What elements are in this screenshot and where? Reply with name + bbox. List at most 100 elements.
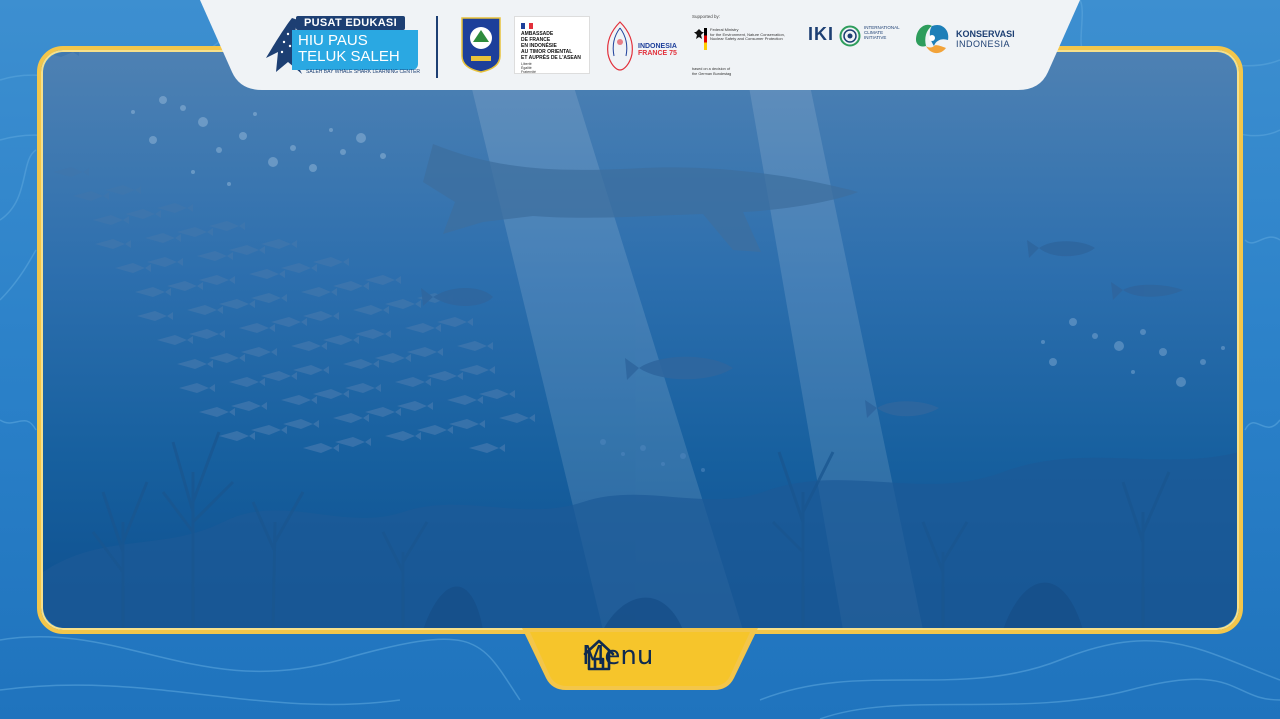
school-fish [303,443,339,453]
ambassade-france-logo: AMBASSADE DE FRANCE EN INDONÉSIE AU TIMO… [514,16,590,74]
france-75-label: FRANCE 75 [638,50,677,57]
school-fish [177,359,213,369]
french-flag-icon [521,23,533,29]
school-fish [291,341,327,351]
logo-title-line1: HIU PAUS [298,32,368,49]
logo-top-label: PUSAT EDUKASI [296,16,405,30]
school-fish [179,383,215,393]
school-fish [229,245,265,255]
school-fish [499,413,535,423]
school-fish [125,209,161,219]
partner-logo-header: PUSAT EDUKASI HIU PAUS TELUK SALEH SALEH… [200,0,1080,90]
indonesia-label-ki: INDONESIA [956,39,1011,49]
school-fish [219,299,255,309]
school-fish [313,389,349,399]
school-fish [135,287,171,297]
school-fish [241,347,277,357]
school-fish [457,341,493,351]
school-fish [303,311,339,321]
indonesia-france-75-logo: INDONESIA FRANCE 75 [602,20,682,72]
menu-tab: Menu [520,628,760,692]
ministry-name: Federal Ministry for the Environment, Na… [710,27,785,41]
school-fish [145,233,181,243]
school-fish [231,401,267,411]
school-fish [333,413,369,423]
school-fish [353,305,389,315]
school-fish [301,287,337,297]
school-fish [229,377,265,387]
school-fish [105,185,141,195]
underwater-scene [43,52,1237,628]
school-fish [469,443,505,453]
school-fish [199,275,235,285]
school-fish [447,395,483,405]
school-fish [251,293,287,303]
school-fish [459,365,495,375]
german-ministry-logo: Supported by: Federal Ministry for the E… [690,12,800,78]
eagle-icon [694,29,704,39]
school-fish [239,323,275,333]
school-fish [479,389,515,399]
school-fish [167,281,203,291]
school-fish [53,167,89,177]
school-fish [405,323,441,333]
konservasi-leaf-icon [916,24,949,54]
menu-button[interactable]: Menu [582,638,653,674]
logo-title-block: HIU PAUS TELUK SALEH [292,30,418,70]
school-fish [283,419,319,429]
school-fish [157,203,193,213]
school-fish [397,401,433,411]
ambassade-text: AMBASSADE DE FRANCE EN INDONÉSIE AU TIMO… [521,31,581,61]
school-fish [333,281,369,291]
school-fish [73,191,109,201]
school-fish [93,215,129,225]
school-fish [271,317,307,327]
school-fish [187,305,223,315]
school-fish [115,263,151,273]
school-fish [313,257,349,267]
school-fish [261,371,297,381]
school-fish [385,299,421,309]
konservasi-label: KONSERVASI [956,29,1015,39]
german-flag-icon [704,28,707,50]
school-fish [293,365,329,375]
school-fish [199,407,235,417]
school-fish [189,329,225,339]
school-fish [449,419,485,429]
logo-title-line2: TELUK SALEH [298,48,400,65]
school-fish [323,335,359,345]
konservasi-indonesia-logo: KONSERVASI INDONESIA [912,20,1022,60]
province-crest-icon [461,17,501,73]
school-fish [407,347,443,357]
bundestag-decision: based on a decision of the German Bundes… [692,67,732,76]
school-fish [251,425,287,435]
school-fish [335,437,371,447]
school-fish [343,359,379,369]
school-fish [345,383,381,393]
school-fish [261,239,297,249]
school-fish [177,227,213,237]
school-fish [157,335,193,345]
iki-full-name: INTERNATIONAL CLIMATE INITIATIVE [864,25,900,40]
school-fish [395,377,431,387]
school-fish [417,425,453,435]
wayang-figure-icon [607,21,633,71]
school-fish [355,329,391,339]
underwater-illustration [43,52,1237,628]
iki-logo: IKI INTERNATIONAL CLIMATE INITIATIVE [806,22,906,52]
indonesia-label: INDONESIA [638,43,677,50]
school-fish [281,263,317,273]
school-fish [365,275,401,285]
school-fish [249,269,285,279]
logo-sub-label: SALEH BAY WHALE SHARK LEARNING CENTER [306,69,421,75]
supported-by-label: Supported by: [692,14,721,19]
school-fish [437,317,473,327]
header-divider [436,16,438,78]
school-fish [427,371,463,381]
school-fish [281,395,317,405]
school-fish [385,431,421,441]
school-fish [197,251,233,261]
school-fish [375,353,411,363]
home-icon [583,639,615,671]
school-fish [219,431,255,441]
